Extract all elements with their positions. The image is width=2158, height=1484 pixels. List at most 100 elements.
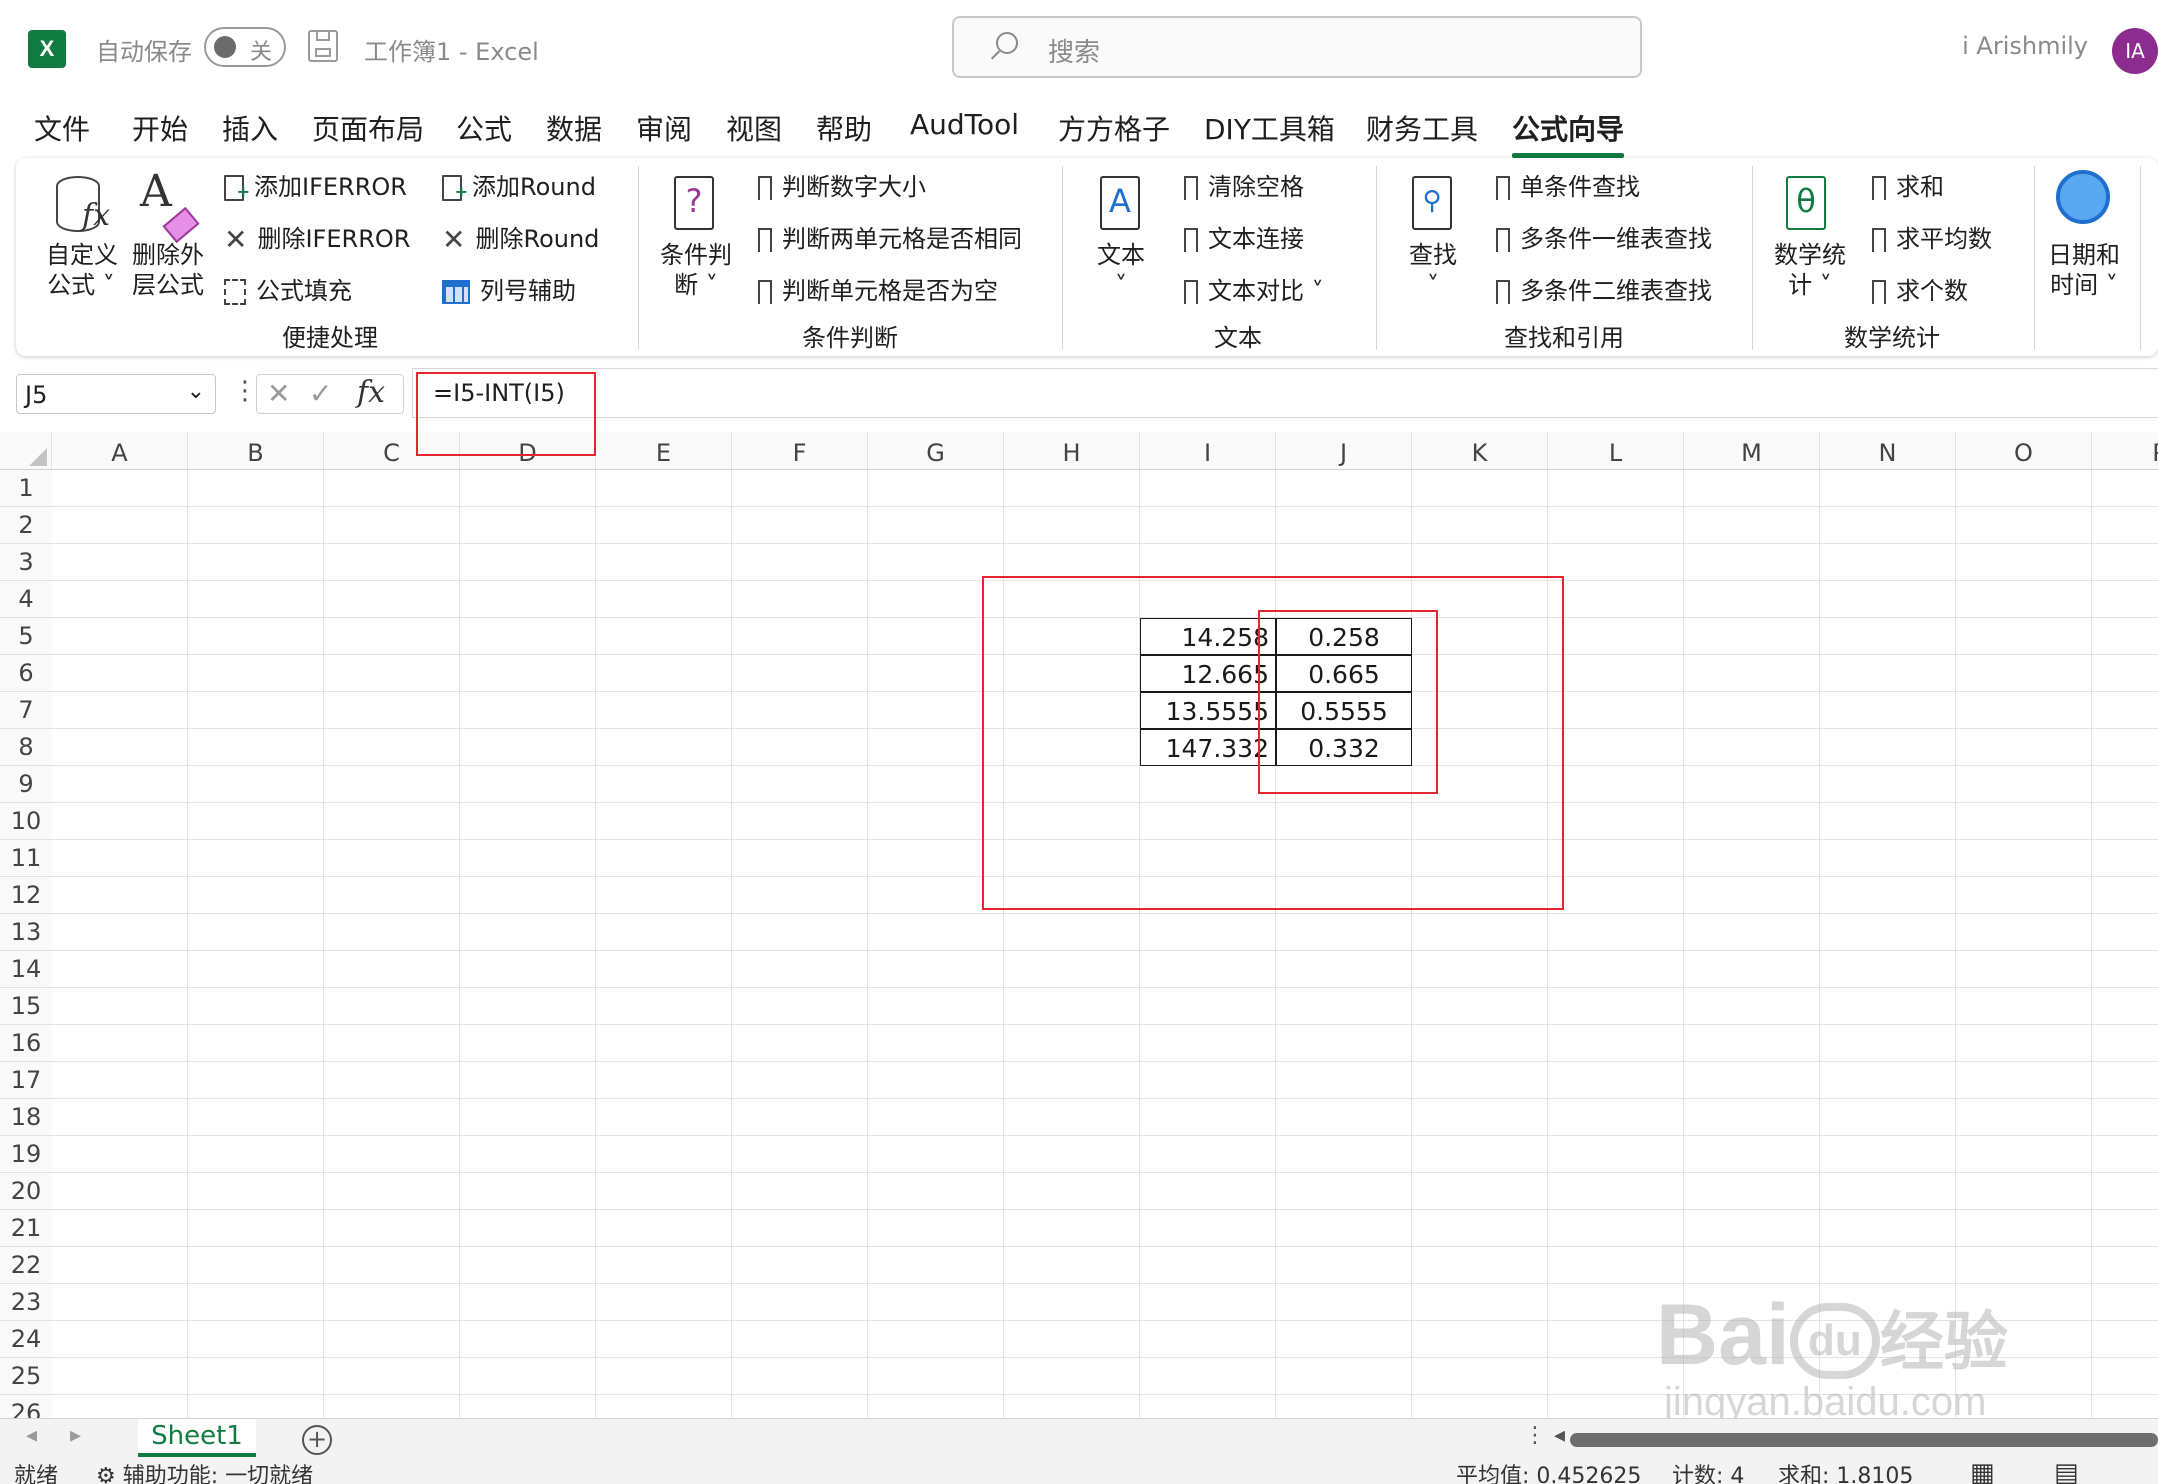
judge-cells-equal-button[interactable]: 判断两单元格是否相同 bbox=[758, 222, 1022, 258]
row-header-18[interactable]: 18 bbox=[0, 1099, 52, 1136]
tab-file[interactable]: 文件 bbox=[34, 108, 90, 148]
normal-view-icon[interactable]: ▦ bbox=[1970, 1458, 1995, 1484]
multi-condition-1d-lookup-button[interactable]: 多条件一维表查找 bbox=[1496, 222, 1712, 258]
horizontal-scrollbar[interactable] bbox=[1570, 1433, 2158, 1447]
math-stats-button[interactable]: 数学统 计 ˅ bbox=[1772, 240, 1848, 300]
tab-review[interactable]: 审阅 bbox=[636, 108, 692, 148]
tab-fangfang[interactable]: 方方格子 bbox=[1058, 108, 1170, 148]
column-header-B[interactable]: B bbox=[188, 432, 324, 470]
search-box[interactable]: 搜索 bbox=[952, 16, 1642, 78]
confirm-icon[interactable]: ✓ bbox=[309, 377, 332, 410]
text-button[interactable]: 文本 ˅ bbox=[1086, 240, 1156, 300]
tab-formulas[interactable]: 公式 bbox=[456, 108, 512, 148]
single-condition-lookup-button[interactable]: 单条件查找 bbox=[1496, 170, 1640, 206]
row-header-21[interactable]: 21 bbox=[0, 1210, 52, 1247]
sum-button[interactable]: 求和 bbox=[1872, 170, 1944, 206]
row-header-22[interactable]: 22 bbox=[0, 1247, 52, 1284]
worksheet-grid[interactable]: ABCDEFGHIJKLMNOP 12345678910111213141516… bbox=[0, 432, 2158, 1418]
prev-sheet-icon[interactable]: ◂ bbox=[26, 1423, 37, 1448]
row-header-3[interactable]: 3 bbox=[0, 544, 52, 581]
multi-condition-2d-lookup-button[interactable]: 多条件二维表查找 bbox=[1496, 274, 1712, 310]
add-round-button[interactable]: 添加Round bbox=[442, 170, 596, 209]
name-box[interactable]: J5 ⌄ bbox=[16, 374, 216, 414]
column-header-A[interactable]: A bbox=[52, 432, 188, 470]
formula-input[interactable]: =I5-INT(I5) bbox=[412, 368, 2158, 418]
row-header-20[interactable]: 20 bbox=[0, 1173, 52, 1210]
column-header-O[interactable]: O bbox=[1956, 432, 2092, 470]
remove-outer-formula-button[interactable]: 删除外 层公式 bbox=[132, 240, 204, 300]
row-header-13[interactable]: 13 bbox=[0, 914, 52, 951]
row-header-14[interactable]: 14 bbox=[0, 951, 52, 988]
text-compare-button[interactable]: 文本对比 ˅ bbox=[1184, 274, 1324, 310]
row-header-11[interactable]: 11 bbox=[0, 840, 52, 877]
column-header-L[interactable]: L bbox=[1548, 432, 1684, 470]
autosave-toggle[interactable]: 关 bbox=[204, 27, 286, 67]
row-header-5[interactable]: 5 bbox=[0, 618, 52, 655]
row-header-2[interactable]: 2 bbox=[0, 507, 52, 544]
row-header-12[interactable]: 12 bbox=[0, 877, 52, 914]
save-icon[interactable] bbox=[308, 30, 338, 62]
tab-formula-wizard[interactable]: 公式向导 bbox=[1512, 108, 1625, 158]
column-header-G[interactable]: G bbox=[868, 432, 1004, 470]
row-header-25[interactable]: 25 bbox=[0, 1358, 52, 1395]
row-header-17[interactable]: 17 bbox=[0, 1062, 52, 1099]
column-assist-button[interactable]: 列号辅助 bbox=[442, 274, 576, 308]
row-header-26[interactable]: 26 bbox=[0, 1395, 52, 1418]
chevron-down-icon[interactable]: ⌄ bbox=[187, 379, 205, 404]
column-header-J[interactable]: J bbox=[1276, 432, 1412, 470]
row-header-15[interactable]: 15 bbox=[0, 988, 52, 1025]
column-header-M[interactable]: M bbox=[1684, 432, 1820, 470]
column-header-K[interactable]: K bbox=[1412, 432, 1548, 470]
page-layout-view-icon[interactable]: ▤ bbox=[2054, 1458, 2079, 1484]
row-header-24[interactable]: 24 bbox=[0, 1321, 52, 1358]
select-all-corner[interactable] bbox=[0, 432, 52, 470]
tab-insert[interactable]: 插入 bbox=[222, 108, 278, 148]
tab-page-layout[interactable]: 页面布局 bbox=[312, 108, 424, 148]
row-header-1[interactable]: 1 bbox=[0, 470, 52, 507]
tab-home[interactable]: 开始 bbox=[132, 108, 188, 148]
row-header-4[interactable]: 4 bbox=[0, 581, 52, 618]
date-time-button[interactable]: 日期和 时间 ˅ bbox=[2046, 240, 2122, 300]
insert-function-icon[interactable]: fx bbox=[357, 375, 385, 410]
scroll-left-icon[interactable]: ◂ bbox=[1554, 1423, 1565, 1448]
delete-iferror-button[interactable]: ✕ 删除IFERROR bbox=[224, 222, 410, 256]
column-header-F[interactable]: F bbox=[732, 432, 868, 470]
more-tabs-icon[interactable]: ⋮ bbox=[1524, 1423, 1546, 1448]
accessibility-status[interactable]: ⚙ 辅助功能: 一切就绪 bbox=[96, 1458, 313, 1484]
count-button[interactable]: 求个数 bbox=[1872, 274, 1968, 310]
condition-judge-button[interactable]: 条件判 断 ˅ bbox=[658, 240, 734, 300]
column-header-P[interactable]: P bbox=[2092, 432, 2158, 470]
row-header-10[interactable]: 10 bbox=[0, 803, 52, 840]
delete-round-button[interactable]: ✕ 删除Round bbox=[442, 222, 599, 256]
text-join-button[interactable]: 文本连接 bbox=[1184, 222, 1304, 258]
formula-fill-button[interactable]: 公式填充 bbox=[224, 274, 352, 308]
add-iferror-button[interactable]: 添加IFERROR bbox=[224, 170, 407, 209]
judge-cell-empty-button[interactable]: 判断单元格是否为空 bbox=[758, 274, 998, 310]
tab-diy-toolbox[interactable]: DIY工具箱 bbox=[1204, 108, 1335, 148]
row-header-16[interactable]: 16 bbox=[0, 1025, 52, 1062]
avatar[interactable]: IA bbox=[2112, 28, 2158, 74]
column-header-H[interactable]: H bbox=[1004, 432, 1140, 470]
add-sheet-button[interactable]: + bbox=[302, 1425, 332, 1455]
row-header-8[interactable]: 8 bbox=[0, 729, 52, 766]
sheet-tab-sheet1[interactable]: Sheet1 bbox=[138, 1419, 256, 1457]
lookup-button[interactable]: 查找 ˅ bbox=[1398, 240, 1468, 300]
tab-finance-tools[interactable]: 财务工具 bbox=[1366, 108, 1478, 148]
tab-audtool[interactable]: AudTool bbox=[910, 108, 1019, 141]
column-header-N[interactable]: N bbox=[1820, 432, 1956, 470]
tab-data[interactable]: 数据 bbox=[546, 108, 602, 148]
row-header-9[interactable]: 9 bbox=[0, 766, 52, 803]
more-options-icon[interactable]: ⋮ bbox=[232, 376, 258, 406]
custom-formula-button[interactable]: 自定义 公式 ˅ bbox=[46, 240, 118, 300]
average-button[interactable]: 求平均数 bbox=[1872, 222, 1992, 258]
row-header-23[interactable]: 23 bbox=[0, 1284, 52, 1321]
row-header-6[interactable]: 6 bbox=[0, 655, 52, 692]
row-header-19[interactable]: 19 bbox=[0, 1136, 52, 1173]
next-sheet-icon[interactable]: ▸ bbox=[70, 1423, 81, 1448]
clear-spaces-button[interactable]: 清除空格 bbox=[1184, 170, 1304, 206]
cancel-icon[interactable]: ✕ bbox=[267, 377, 290, 410]
row-header-7[interactable]: 7 bbox=[0, 692, 52, 729]
judge-number-size-button[interactable]: 判断数字大小 bbox=[758, 170, 926, 206]
column-header-E[interactable]: E bbox=[596, 432, 732, 470]
column-header-I[interactable]: I bbox=[1140, 432, 1276, 470]
